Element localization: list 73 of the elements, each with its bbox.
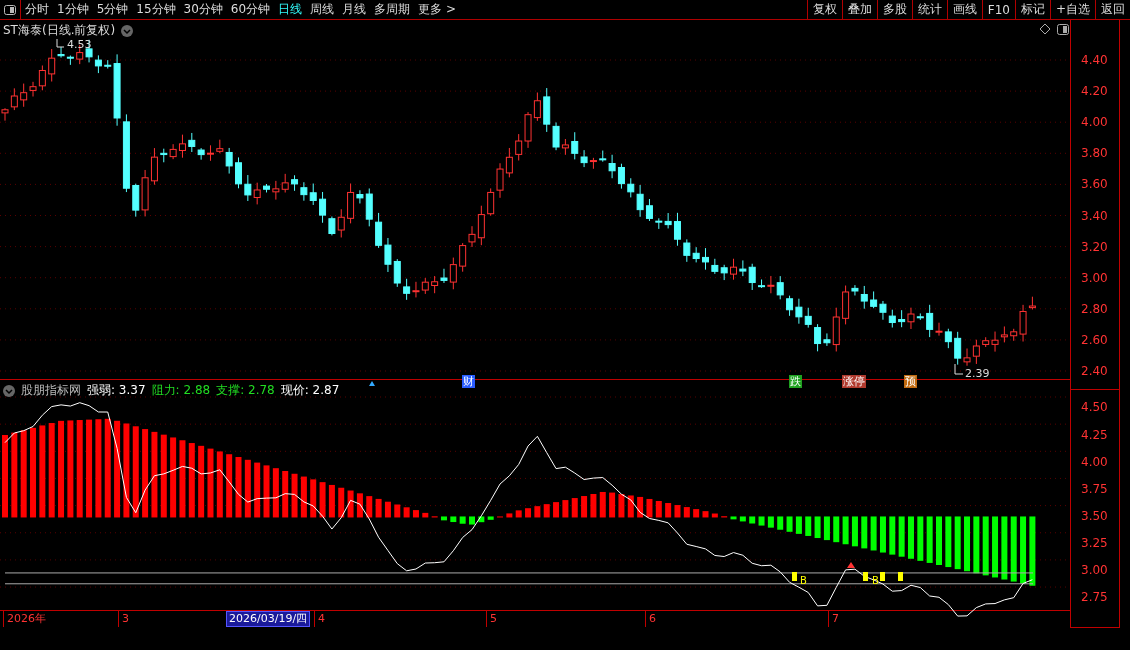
indicator-reading: 阻力: 2.88 <box>151 382 211 400</box>
axis-label: 2.75 <box>1081 590 1108 605</box>
panel-icon[interactable] <box>1057 24 1069 35</box>
candle <box>235 156 242 189</box>
toolbar-button[interactable]: 返回 <box>1095 0 1130 19</box>
axis-label: 4.00 <box>1081 454 1108 469</box>
triangle-icon <box>369 381 375 386</box>
period-tab[interactable]: 15分钟 <box>132 0 180 19</box>
toolbar-button[interactable]: 统计 <box>911 0 947 19</box>
triangle-icon <box>847 562 855 569</box>
axis-label: 3.00 <box>1081 270 1108 285</box>
period-tab[interactable]: 更多 > <box>414 0 460 19</box>
toolbar-button[interactable]: 多股 <box>876 0 912 19</box>
date-label: 2026年 <box>3 611 49 628</box>
stock-title: ST海泰(日线.前复权) <box>3 22 116 39</box>
period-tab[interactable]: 月线 <box>338 0 371 19</box>
date-label: 7 <box>828 611 842 628</box>
axis-label: 4.00 <box>1081 115 1108 130</box>
axis-label: 3.75 <box>1081 481 1108 496</box>
period-tab[interactable]: 30分钟 <box>179 0 227 19</box>
leader-line <box>56 38 65 48</box>
diamond-icon[interactable] <box>1039 23 1051 35</box>
date-label: 2026/03/19/四 <box>226 611 311 628</box>
axis-label: 3.40 <box>1081 208 1108 223</box>
axis-label: 4.20 <box>1081 84 1108 99</box>
candle <box>730 258 737 281</box>
period-tab[interactable]: 60分钟 <box>226 0 275 19</box>
candle <box>263 183 270 193</box>
period-tab[interactable]: 多周期 <box>370 0 415 19</box>
chevron-down-icon[interactable] <box>121 24 134 37</box>
event-tag[interactable]: 涨停 <box>842 375 866 388</box>
candle <box>207 144 214 162</box>
axis-label: 2.60 <box>1081 332 1108 347</box>
low-price-label: 2.39 <box>965 367 990 380</box>
toolbar-button[interactable]: 画线 <box>946 0 982 19</box>
indicator-reading: 支撑: 2.78 <box>216 382 275 400</box>
toolbar-button[interactable]: +自选 <box>1049 0 1095 19</box>
axis-label: 4.40 <box>1081 53 1108 67</box>
panel-icon[interactable] <box>4 4 16 15</box>
date-label: 3 <box>118 611 132 628</box>
chevron-down-icon[interactable] <box>3 384 15 397</box>
axis-label: 3.25 <box>1081 536 1108 551</box>
date-label: 4 <box>314 611 328 628</box>
toolbar-button[interactable]: 复权 <box>806 0 842 19</box>
period-tab[interactable]: 日线 <box>274 0 307 19</box>
signal-label: B <box>800 575 807 587</box>
date-label: 5 <box>486 611 500 628</box>
axis-label: 3.80 <box>1081 146 1108 161</box>
axis-label: 2.40 <box>1081 364 1108 378</box>
indicator-name: 股朋指标网 <box>21 382 81 400</box>
indicator-reading: 强弱: 3.37 <box>87 382 146 400</box>
leader-line <box>954 363 964 375</box>
event-tag[interactable]: 财 <box>462 375 475 388</box>
axis-label: 3.50 <box>1081 509 1108 523</box>
event-tag[interactable]: 预 <box>904 375 917 388</box>
axis-label: 3.20 <box>1081 239 1108 254</box>
period-tab[interactable]: 5分钟 <box>92 0 133 19</box>
axis-label: 3.00 <box>1081 563 1108 578</box>
toolbar-button[interactable]: 叠加 <box>841 0 877 19</box>
axis-label: 3.60 <box>1081 177 1108 192</box>
candle <box>674 212 681 247</box>
period-tab[interactable]: 1分钟 <box>53 0 93 19</box>
date-label: 6 <box>645 611 659 628</box>
period-tab[interactable]: 分时 <box>21 0 53 19</box>
axis-label: 4.50 <box>1081 400 1108 415</box>
signal-label: B <box>872 575 879 587</box>
indicator-reading: 现价: 2.87 <box>280 382 340 400</box>
candle <box>702 247 709 271</box>
toolbar-button[interactable]: 标记 <box>1014 0 1050 19</box>
axis-label: 2.80 <box>1081 301 1108 316</box>
period-tab[interactable]: 周线 <box>306 0 339 19</box>
axis-label: 4.25 <box>1081 427 1108 442</box>
toolbar-button[interactable]: F10 <box>981 0 1015 19</box>
